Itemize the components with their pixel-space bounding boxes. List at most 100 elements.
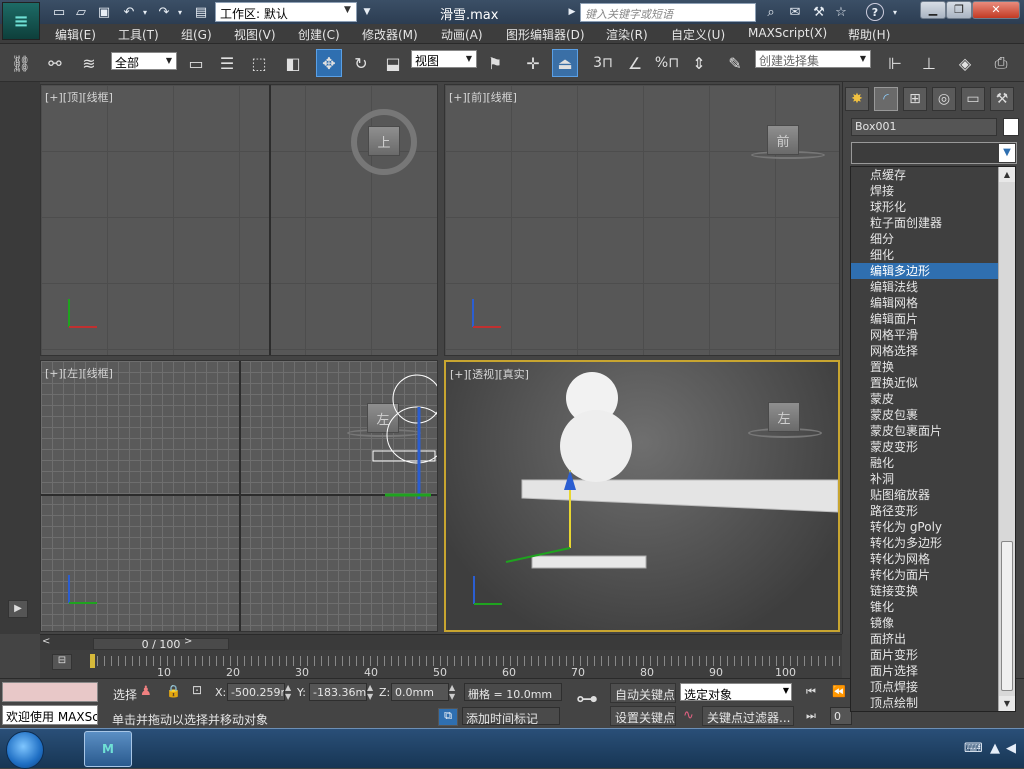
- menu-animation[interactable]: 动画(A): [441, 26, 483, 43]
- modifier-option[interactable]: 面挤出: [851, 631, 1015, 647]
- keyboard-shortcut-override-icon[interactable]: ⏏: [552, 49, 578, 77]
- modifier-option[interactable]: 转化为面片: [851, 567, 1015, 583]
- project-folder-icon[interactable]: ▤: [192, 3, 210, 21]
- menu-edit[interactable]: 编辑(E): [55, 26, 96, 43]
- link-icon[interactable]: ⛓: [8, 49, 34, 77]
- select-by-name-icon[interactable]: ☰: [214, 49, 240, 77]
- modifier-option[interactable]: 蒙皮包裹: [851, 407, 1015, 423]
- named-selection-select[interactable]: 创建选择集 ▼: [755, 50, 871, 68]
- scroll-down-icon[interactable]: ▼: [999, 696, 1015, 711]
- save-icon[interactable]: ▣: [95, 3, 113, 21]
- utilities-tab-icon[interactable]: ⚒: [990, 87, 1014, 111]
- menu-modifiers[interactable]: 修改器(M): [362, 26, 418, 43]
- time-slider[interactable]: < 0 / 100 >: [40, 634, 842, 650]
- z-coordinate-field[interactable]: 0.0mm: [391, 683, 449, 701]
- select-object-icon[interactable]: ▭: [183, 49, 209, 77]
- expand-track-icon[interactable]: ▶: [8, 600, 28, 618]
- unlink-icon[interactable]: ⚯: [42, 49, 68, 77]
- add-time-tag-button[interactable]: 添加时间标记: [462, 707, 560, 725]
- scrollbar-thumb[interactable]: [1001, 541, 1013, 691]
- open-file-icon[interactable]: ▱: [72, 3, 90, 21]
- mirror-icon[interactable]: ⊩: [882, 49, 908, 77]
- workspace-select[interactable]: 工作区: 默认 ▼: [215, 2, 357, 22]
- modifier-option[interactable]: 贴图缩放器: [851, 487, 1015, 503]
- modifier-option[interactable]: 焊接: [851, 183, 1015, 199]
- modifier-option[interactable]: 球形化: [851, 199, 1015, 215]
- select-and-move-icon[interactable]: ✥: [316, 49, 342, 77]
- menu-group[interactable]: 组(G): [181, 26, 212, 43]
- tools-icon[interactable]: ⚒: [810, 3, 828, 21]
- auto-key-button[interactable]: 自动关键点: [610, 683, 676, 703]
- percent-snap-icon[interactable]: % ⊓: [654, 49, 680, 77]
- modifier-option[interactable]: 蒙皮变形: [851, 439, 1015, 455]
- go-to-start-icon[interactable]: ⏮: [806, 685, 824, 701]
- application-button[interactable]: ≡: [2, 2, 40, 40]
- time-prev-icon[interactable]: <: [42, 636, 54, 650]
- help-icon[interactable]: ?: [866, 3, 884, 21]
- y-coordinate-field[interactable]: -183.36mm: [309, 683, 367, 701]
- modifier-option[interactable]: 蒙皮: [851, 391, 1015, 407]
- modifier-option[interactable]: 融化: [851, 455, 1015, 471]
- key-mode-toggle-icon[interactable]: ⏭: [806, 709, 824, 725]
- modifier-option[interactable]: 补洞: [851, 471, 1015, 487]
- y-spinner-icon[interactable]: ▲ ▼: [367, 683, 376, 701]
- menu-create[interactable]: 创建(C): [298, 26, 340, 43]
- modifier-option[interactable]: 面片变形: [851, 647, 1015, 663]
- scroll-up-icon[interactable]: ▲: [999, 167, 1015, 182]
- viewport-perspective[interactable]: [+][透视][真实] 左: [444, 360, 840, 632]
- modifier-option[interactable]: 镜像: [851, 615, 1015, 631]
- menu-maxscript[interactable]: MAXScript(X): [748, 26, 827, 40]
- modifier-option[interactable]: 粒子面创建器: [851, 215, 1015, 231]
- modifier-option[interactable]: 编辑法线: [851, 279, 1015, 295]
- menu-graph-editors[interactable]: 图形编辑器(D): [506, 26, 585, 43]
- help-dropdown-icon[interactable]: ▾: [886, 3, 904, 21]
- viewport-left[interactable]: [+][左][线框] 左: [40, 360, 438, 632]
- display-tab-icon[interactable]: ▭: [961, 87, 985, 111]
- communication-center-icon[interactable]: ✉: [786, 3, 804, 21]
- modifier-option[interactable]: 细化: [851, 247, 1015, 263]
- select-and-scale-icon[interactable]: ⬓: [380, 49, 406, 77]
- viewport-top[interactable]: [+][顶][线框] 上: [40, 84, 438, 356]
- key-filters-button[interactable]: 关键点过滤器...: [702, 706, 794, 726]
- modifier-option[interactable]: 网格平滑: [851, 327, 1015, 343]
- x-spinner-icon[interactable]: ▲ ▼: [285, 683, 294, 701]
- modifier-option[interactable]: 细分: [851, 231, 1015, 247]
- viewport-front[interactable]: [+][前][线框] 前: [444, 84, 840, 356]
- modifier-list-select[interactable]: ▼: [851, 142, 1017, 164]
- modifier-option[interactable]: 编辑多边形: [851, 263, 1015, 279]
- z-spinner-icon[interactable]: ▲ ▼: [449, 683, 458, 701]
- previous-frame-icon[interactable]: ⏪: [832, 685, 850, 701]
- modifier-option[interactable]: 网格选择: [851, 343, 1015, 359]
- modifier-option[interactable]: 面片选择: [851, 663, 1015, 679]
- windows-start-icon[interactable]: [6, 731, 44, 769]
- modifier-option[interactable]: 顶点焊接: [851, 679, 1015, 695]
- menu-rendering[interactable]: 渲染(R): [606, 26, 648, 43]
- lock-selection-icon[interactable]: 🔒: [166, 684, 181, 700]
- modifier-option[interactable]: 转化为多边形: [851, 535, 1015, 551]
- modifier-option[interactable]: 顶点绘制: [851, 695, 1015, 711]
- modifier-option[interactable]: 置换近似: [851, 375, 1015, 391]
- align-icon[interactable]: ⊥: [916, 49, 942, 77]
- trackbar[interactable]: ⊟ 10 20 30 40 50 60 70 80 90 100: [40, 650, 842, 679]
- new-file-icon[interactable]: ▭: [50, 3, 68, 21]
- minimize-button[interactable]: ▁: [920, 1, 946, 19]
- object-color-swatch[interactable]: [1003, 118, 1019, 136]
- mini-curve-editor-icon[interactable]: ⊟: [52, 654, 72, 670]
- maxscript-listener-pink[interactable]: [2, 682, 98, 702]
- dropdown-scrollbar[interactable]: ▲ ▼: [998, 167, 1015, 711]
- restore-button[interactable]: ❐: [946, 1, 972, 19]
- modifier-option[interactable]: 置换: [851, 359, 1015, 375]
- isolate-selection-icon[interactable]: ♟: [140, 684, 154, 700]
- modifier-option[interactable]: 编辑面片: [851, 311, 1015, 327]
- show-hidden-icons-icon[interactable]: ▲: [990, 741, 1000, 756]
- menu-tools[interactable]: 工具(T): [118, 26, 159, 43]
- key-filter-curve-icon[interactable]: ∿: [683, 708, 701, 726]
- viewport-label[interactable]: [+][前][线框]: [449, 89, 517, 105]
- modifier-option[interactable]: 编辑网格: [851, 295, 1015, 311]
- menu-customize[interactable]: 自定义(U): [671, 26, 725, 43]
- select-and-rotate-icon[interactable]: ↻: [348, 49, 374, 77]
- motion-tab-icon[interactable]: ◎: [932, 87, 956, 111]
- viewport-label[interactable]: [+][左][线框]: [45, 365, 113, 381]
- menu-views[interactable]: 视图(V): [234, 26, 276, 43]
- edit-named-selection-icon[interactable]: ✎: [722, 49, 748, 77]
